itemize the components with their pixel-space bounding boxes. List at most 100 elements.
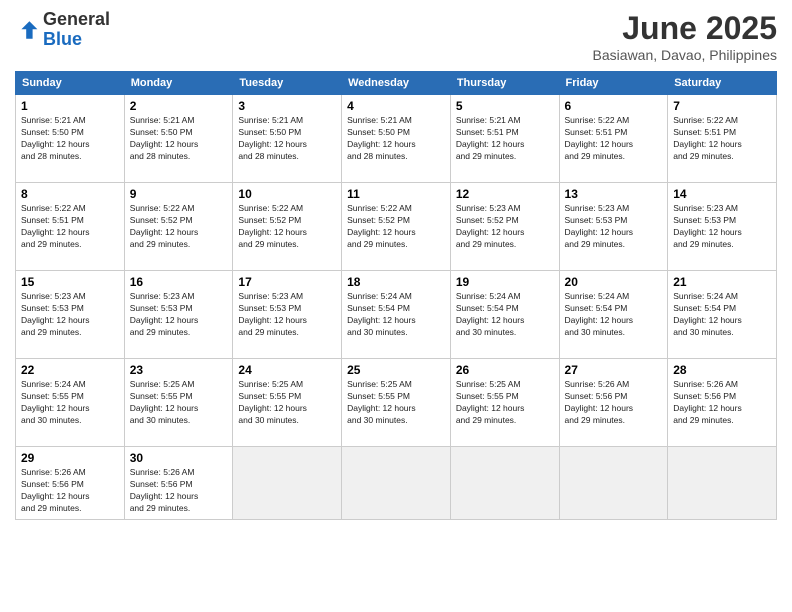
day-info: Sunrise: 5:21 AM Sunset: 5:50 PM Dayligh… (238, 115, 336, 163)
page-header: General Blue June 2025 Basiawan, Davao, … (15, 10, 777, 63)
table-row: 14 Sunrise: 5:23 AM Sunset: 5:53 PM Dayli… (668, 183, 777, 271)
day-number: 8 (21, 187, 119, 201)
day-number: 19 (456, 275, 554, 289)
table-row: 20Sunrise: 5:24 AM Sunset: 5:54 PM Dayli… (559, 271, 668, 359)
day-number: 4 (347, 99, 445, 113)
day-number: 16 (130, 275, 228, 289)
table-row: 26 Sunrise: 5:25 AM Sunset: 5:55 PM Dayli… (450, 359, 559, 447)
day-info: Sunrise: 5:24 AM Sunset: 5:55 PM Dayligh… (21, 379, 119, 427)
day-info: Sunrise: 5:26 AM Sunset: 5:56 PM Dayligh… (565, 379, 663, 427)
day-number: 29 (21, 451, 119, 465)
day-info: Sunrise: 5:23 AM Sunset: 5:53 PM Dayligh… (673, 203, 771, 251)
logo-icon (15, 18, 39, 42)
table-row: 12 Sunrise: 5:23 AM Sunset: 5:52 PM Dayli… (450, 183, 559, 271)
day-info: Sunrise: 5:23 AM Sunset: 5:53 PM Dayligh… (238, 291, 336, 339)
day-info: Sunrise: 5:24 AM Sunset: 5:54 PM Dayligh… (673, 291, 771, 339)
table-row: 18 Sunrise: 5:24 AM Sunset: 5:54 PM Dayli… (342, 271, 451, 359)
day-number: 14 (673, 187, 771, 201)
table-row: 2 Sunrise: 5:21 AM Sunset: 5:50 PM Daylig… (124, 95, 233, 183)
day-info: Sunrise: 5:22 AM Sunset: 5:51 PM Dayligh… (673, 115, 771, 163)
table-row: 28Sunrise: 5:26 AM Sunset: 5:56 PM Dayli… (668, 359, 777, 447)
day-info: Sunrise: 5:23 AM Sunset: 5:53 PM Dayligh… (565, 203, 663, 251)
day-number: 26 (456, 363, 554, 377)
day-info: Sunrise: 5:22 AM Sunset: 5:52 PM Dayligh… (238, 203, 336, 251)
table-row: 30 Sunrise: 5:26 AM Sunset: 5:56 PM Dayli… (124, 447, 233, 520)
day-info: Sunrise: 5:22 AM Sunset: 5:51 PM Dayligh… (21, 203, 119, 251)
table-row: 8 Sunrise: 5:22 AM Sunset: 5:51 PM Daylig… (16, 183, 125, 271)
day-info: Sunrise: 5:21 AM Sunset: 5:50 PM Dayligh… (21, 115, 119, 163)
table-row: 23 Sunrise: 5:25 AM Sunset: 5:55 PM Dayli… (124, 359, 233, 447)
table-row: 22 Sunrise: 5:24 AM Sunset: 5:55 PM Dayli… (16, 359, 125, 447)
day-info: Sunrise: 5:22 AM Sunset: 5:51 PM Dayligh… (565, 115, 663, 163)
day-info: Sunrise: 5:21 AM Sunset: 5:50 PM Dayligh… (130, 115, 228, 163)
table-row: 7 Sunrise: 5:22 AM Sunset: 5:51 PM Daylig… (668, 95, 777, 183)
day-number: 9 (130, 187, 228, 201)
day-info: Sunrise: 5:21 AM Sunset: 5:50 PM Dayligh… (347, 115, 445, 163)
location: Basiawan, Davao, Philippines (593, 47, 777, 63)
day-number: 1 (21, 99, 119, 113)
day-info: Sunrise: 5:23 AM Sunset: 5:53 PM Dayligh… (21, 291, 119, 339)
day-info: Sunrise: 5:24 AM Sunset: 5:54 PM Dayligh… (347, 291, 445, 339)
table-row: 10Sunrise: 5:22 AM Sunset: 5:52 PM Dayli… (233, 183, 342, 271)
day-number: 5 (456, 99, 554, 113)
logo-text: General Blue (43, 10, 110, 50)
day-number: 18 (347, 275, 445, 289)
day-info: Sunrise: 5:22 AM Sunset: 5:52 PM Dayligh… (130, 203, 228, 251)
day-number: 22 (21, 363, 119, 377)
day-number: 2 (130, 99, 228, 113)
day-number: 30 (130, 451, 228, 465)
day-info: Sunrise: 5:25 AM Sunset: 5:55 PM Dayligh… (456, 379, 554, 427)
table-row: 13 Sunrise: 5:23 AM Sunset: 5:53 PM Dayli… (559, 183, 668, 271)
day-info: Sunrise: 5:23 AM Sunset: 5:52 PM Dayligh… (456, 203, 554, 251)
day-number: 15 (21, 275, 119, 289)
header-wednesday: Wednesday (342, 72, 451, 95)
table-row (559, 447, 668, 520)
logo-general: General (43, 9, 110, 29)
day-info: Sunrise: 5:25 AM Sunset: 5:55 PM Dayligh… (130, 379, 228, 427)
table-row: 24 Sunrise: 5:25 AM Sunset: 5:55 PM Dayli… (233, 359, 342, 447)
day-number: 12 (456, 187, 554, 201)
day-number: 17 (238, 275, 336, 289)
table-row: 16Sunrise: 5:23 AM Sunset: 5:53 PM Dayli… (124, 271, 233, 359)
table-row: 6 Sunrise: 5:22 AM Sunset: 5:51 PM Daylig… (559, 95, 668, 183)
table-row: 5 Sunrise: 5:21 AM Sunset: 5:51 PM Daylig… (450, 95, 559, 183)
day-number: 6 (565, 99, 663, 113)
day-number: 27 (565, 363, 663, 377)
table-row: 21 Sunrise: 5:24 AM Sunset: 5:54 PM Dayli… (668, 271, 777, 359)
day-number: 13 (565, 187, 663, 201)
title-block: June 2025 Basiawan, Davao, Philippines (593, 10, 777, 63)
day-number: 11 (347, 187, 445, 201)
day-info: Sunrise: 5:22 AM Sunset: 5:52 PM Dayligh… (347, 203, 445, 251)
table-row (450, 447, 559, 520)
day-number: 20 (565, 275, 663, 289)
table-row: 25 Sunrise: 5:25 AM Sunset: 5:55 PM Dayli… (342, 359, 451, 447)
header-sunday: Sunday (16, 72, 125, 95)
table-row (668, 447, 777, 520)
month-title: June 2025 (593, 10, 777, 47)
day-info: Sunrise: 5:26 AM Sunset: 5:56 PM Dayligh… (130, 467, 228, 515)
logo-blue: Blue (43, 29, 82, 49)
header-monday: Monday (124, 72, 233, 95)
day-info: Sunrise: 5:25 AM Sunset: 5:55 PM Dayligh… (347, 379, 445, 427)
table-row (342, 447, 451, 520)
header-thursday: Thursday (450, 72, 559, 95)
day-number: 7 (673, 99, 771, 113)
table-row: 3 Sunrise: 5:21 AM Sunset: 5:50 PM Daylig… (233, 95, 342, 183)
header-saturday: Saturday (668, 72, 777, 95)
calendar-header-row: Sunday Monday Tuesday Wednesday Thursday… (16, 72, 777, 95)
day-info: Sunrise: 5:26 AM Sunset: 5:56 PM Dayligh… (21, 467, 119, 515)
day-number: 23 (130, 363, 228, 377)
day-info: Sunrise: 5:25 AM Sunset: 5:55 PM Dayligh… (238, 379, 336, 427)
day-number: 25 (347, 363, 445, 377)
table-row: 9 Sunrise: 5:22 AM Sunset: 5:52 PM Daylig… (124, 183, 233, 271)
table-row: 4 Sunrise: 5:21 AM Sunset: 5:50 PM Daylig… (342, 95, 451, 183)
header-friday: Friday (559, 72, 668, 95)
day-info: Sunrise: 5:24 AM Sunset: 5:54 PM Dayligh… (456, 291, 554, 339)
table-row: 1 Sunrise: 5:21 AM Sunset: 5:50 PM Daylig… (16, 95, 125, 183)
day-number: 28 (673, 363, 771, 377)
table-row: 29 Sunrise: 5:26 AM Sunset: 5:56 PM Dayli… (16, 447, 125, 520)
day-number: 21 (673, 275, 771, 289)
day-number: 24 (238, 363, 336, 377)
day-number: 3 (238, 99, 336, 113)
day-info: Sunrise: 5:21 AM Sunset: 5:51 PM Dayligh… (456, 115, 554, 163)
